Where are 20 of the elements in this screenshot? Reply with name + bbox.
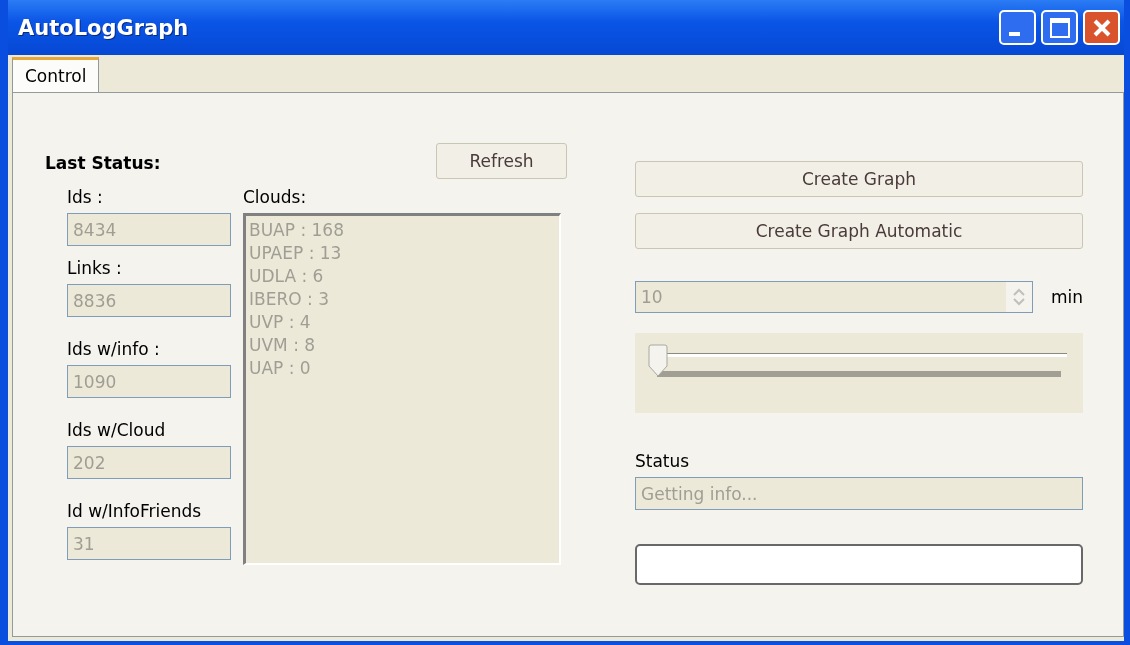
field-label: Id w/InfoFriends [67,501,203,521]
field-label: Ids w/Cloud [67,420,167,440]
action-button[interactable]: Create Graph Automatic [635,213,1083,249]
field-label: Ids w/info : [67,339,161,359]
field-label: Status [635,451,691,471]
tab[interactable]: Control [12,57,100,92]
maximize-button[interactable] [1041,10,1078,45]
action-button[interactable]: Create Graph [635,161,1083,197]
slider-thumb[interactable] [647,344,669,378]
close-button[interactable] [1083,10,1120,45]
minimize-button[interactable] [999,10,1036,45]
refresh-button[interactable]: Refresh [436,143,567,179]
unit-label: min [1050,287,1083,307]
field-label: Links : [67,258,123,278]
section-heading: Last Status: [45,153,161,173]
window-title: AutoLogGraph [18,15,189,40]
maximize-icon [1048,16,1071,39]
minimize-icon [1009,31,1020,36]
field-label: Clouds: [243,187,308,207]
field-label: Ids : [67,187,104,207]
